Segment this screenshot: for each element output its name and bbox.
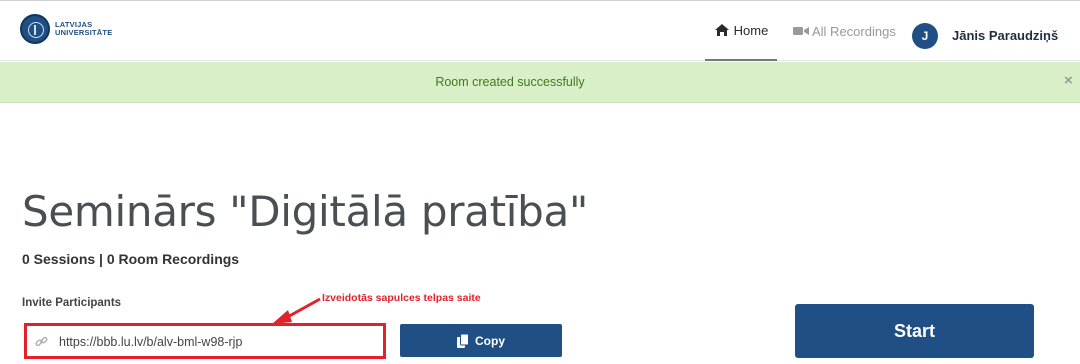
university-seal-icon <box>20 14 50 44</box>
user-menu[interactable]: Jānis Paraudziņš <box>952 28 1058 43</box>
top-navbar: LATVIJAS UNIVERSITĀTE Home All Recording… <box>0 1 1080 61</box>
annotation-arrow-icon <box>272 297 321 324</box>
home-icon <box>714 24 729 36</box>
nav-home[interactable]: Home <box>705 1 777 61</box>
link-icon <box>35 336 48 347</box>
page: LATVIJAS UNIVERSITĀTE Home All Recording… <box>0 0 1080 364</box>
room-title: Seminārs "Digitālā pratība" <box>22 187 588 236</box>
room-stats: 0 Sessions | 0 Room Recordings <box>22 251 240 267</box>
nav-all-recordings[interactable]: All Recordings <box>793 1 896 61</box>
logo-line-2: UNIVERSITĀTE <box>55 28 113 37</box>
invite-url-field[interactable]: https://bbb.lu.lv/b/alv-bml-w98-rjp <box>24 323 386 359</box>
close-icon[interactable]: × <box>1064 73 1073 88</box>
user-avatar[interactable]: J <box>912 23 938 49</box>
invite-participants-label: Invite Participants <box>22 297 122 309</box>
annotation-label: Izveidotās sapulces telpas saite <box>322 292 481 304</box>
copy-label: Copy <box>475 333 505 348</box>
video-camera-icon <box>793 27 809 35</box>
copy-icon <box>457 333 469 348</box>
logo-text: LATVIJAS UNIVERSITĀTE <box>55 21 112 37</box>
start-button[interactable]: Start <box>795 304 1034 358</box>
copy-button[interactable]: Copy <box>400 324 562 357</box>
flash-message: Room created successfully <box>435 75 585 89</box>
nav-recordings-label: All Recordings <box>812 23 896 39</box>
invite-url-text: https://bbb.lu.lv/b/alv-bml-w98-rjp <box>59 335 243 349</box>
flash-success-banner: Room created successfully × <box>0 62 1080 103</box>
university-logo[interactable]: LATVIJAS UNIVERSITĀTE <box>20 14 112 44</box>
nav-home-label: Home <box>733 22 769 38</box>
